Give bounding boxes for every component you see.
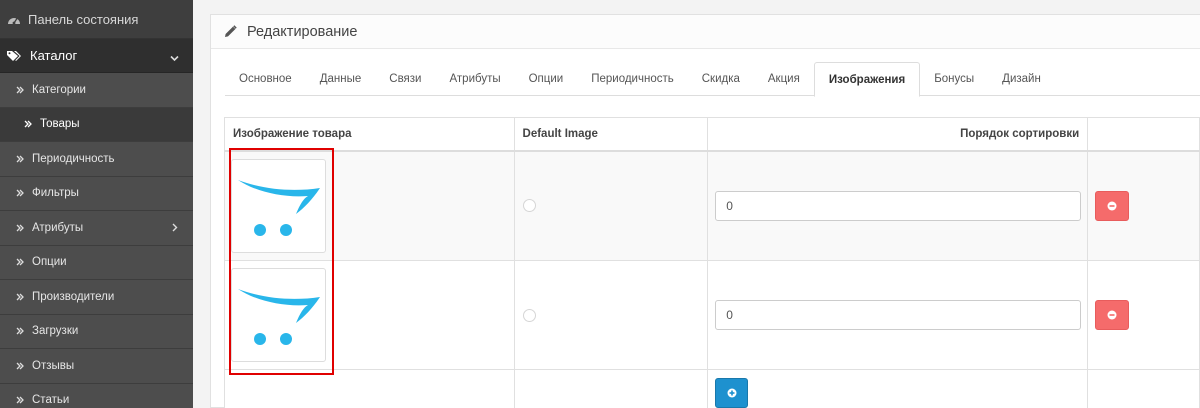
chevron-down-icon: [170, 50, 179, 65]
double-chevron-right-icon: [24, 120, 33, 128]
sidebar-item-label: Товары: [40, 118, 80, 131]
tab-general[interactable]: Основное: [225, 62, 306, 96]
tab-special[interactable]: Акция: [754, 62, 814, 96]
sidebar-item-label: Категории: [32, 83, 86, 96]
plus-circle-icon: [727, 388, 737, 397]
dashboard-icon: [6, 11, 22, 27]
double-chevron-right-icon: [16, 327, 25, 335]
sort-order-input[interactable]: [715, 190, 1082, 221]
tab-bar: Основное Данные Связи Атрибуты Опции Пер…: [225, 62, 1200, 97]
double-chevron-right-icon: [16, 86, 25, 94]
pencil-icon: [224, 24, 238, 39]
sidebar-item-manufacturers[interactable]: Производители: [0, 280, 193, 315]
sidebar-item-label: Атрибуты: [32, 221, 84, 234]
opencart-logo-icon: [237, 289, 320, 345]
sidebar-item-label: Загрузки: [32, 325, 79, 338]
images-table: Изображение товара Default Image Порядок…: [224, 117, 1200, 408]
table-row: [224, 260, 1200, 370]
sort-order-input[interactable]: [715, 300, 1082, 330]
double-chevron-right-icon: [16, 362, 25, 370]
sidebar-item-reviews[interactable]: Отзывы: [0, 349, 193, 384]
double-chevron-right-icon: [16, 293, 25, 301]
sidebar-item-label: Отзывы: [32, 359, 75, 372]
double-chevron-right-icon: [16, 155, 25, 163]
sidebar-item-attributes[interactable]: Атрибуты: [0, 211, 193, 246]
sidebar-item-articles[interactable]: Статьи: [0, 383, 193, 408]
column-header-sort-order: Порядок сортировки: [707, 117, 1089, 152]
tab-reward[interactable]: Бонусы: [920, 62, 988, 96]
sidebar-item-label: Опции: [32, 256, 67, 269]
sidebar-item-label: Каталог: [30, 48, 78, 63]
add-image-button[interactable]: [715, 377, 749, 408]
sidebar-item-catalog[interactable]: Каталог: [0, 39, 193, 73]
tab-links[interactable]: Связи: [375, 62, 435, 96]
default-image-radio[interactable]: [522, 308, 536, 322]
column-header-actions: [1087, 117, 1200, 152]
double-chevron-right-icon: [16, 396, 25, 404]
table-row: [224, 369, 1200, 408]
sidebar-item-label: Статьи: [32, 394, 70, 407]
column-header-default: Default Image: [513, 117, 709, 152]
minus-circle-icon: [1107, 310, 1117, 320]
remove-image-button[interactable]: [1095, 300, 1130, 330]
double-chevron-right-icon: [16, 224, 25, 232]
minus-circle-icon: [1107, 201, 1117, 211]
sidebar-item-label: Периодичность: [32, 152, 115, 165]
remove-image-button[interactable]: [1095, 190, 1130, 221]
table-row: [224, 150, 1200, 261]
double-chevron-right-icon: [16, 258, 25, 266]
tab-attributes[interactable]: Атрибуты: [435, 62, 514, 96]
tab-recurring[interactable]: Периодичность: [577, 62, 688, 96]
chevron-right-icon: [172, 223, 178, 235]
opencart-logo-icon: [237, 179, 320, 236]
sidebar-item-label: Фильтры: [32, 187, 79, 200]
sidebar-item-filters[interactable]: Фильтры: [0, 176, 193, 211]
sidebar-item-downloads[interactable]: Загрузки: [0, 314, 193, 349]
sidebar-item-products[interactable]: Товары: [0, 107, 193, 142]
sidebar-item-label: Производители: [32, 290, 115, 303]
column-header-image: Изображение товара: [224, 117, 515, 152]
page-title: Редактирование: [247, 23, 358, 40]
sidebar-item-categories[interactable]: Категории: [0, 73, 193, 108]
tags-icon: [6, 48, 22, 64]
double-chevron-right-icon: [16, 189, 25, 197]
tab-discount[interactable]: Скидка: [688, 62, 754, 96]
tab-options[interactable]: Опции: [515, 62, 578, 96]
sidebar-item-recurring[interactable]: Периодичность: [0, 142, 193, 177]
tab-design[interactable]: Дизайн: [988, 62, 1055, 96]
tab-images[interactable]: Изображения: [813, 62, 921, 97]
product-image-thumbnail[interactable]: [231, 268, 326, 362]
sidebar-item-label: Панель состояния: [28, 11, 139, 27]
sidebar-item-options[interactable]: Опции: [0, 245, 193, 280]
default-image-radio[interactable]: [522, 199, 536, 213]
tab-data[interactable]: Данные: [306, 62, 376, 96]
sidebar-item-dashboard[interactable]: Панель состояния: [0, 0, 193, 39]
product-image-thumbnail[interactable]: [231, 158, 326, 253]
sidebar: Панель состояния Каталог Категории Товар…: [0, 0, 193, 408]
panel-heading: Редактирование: [211, 15, 1200, 49]
